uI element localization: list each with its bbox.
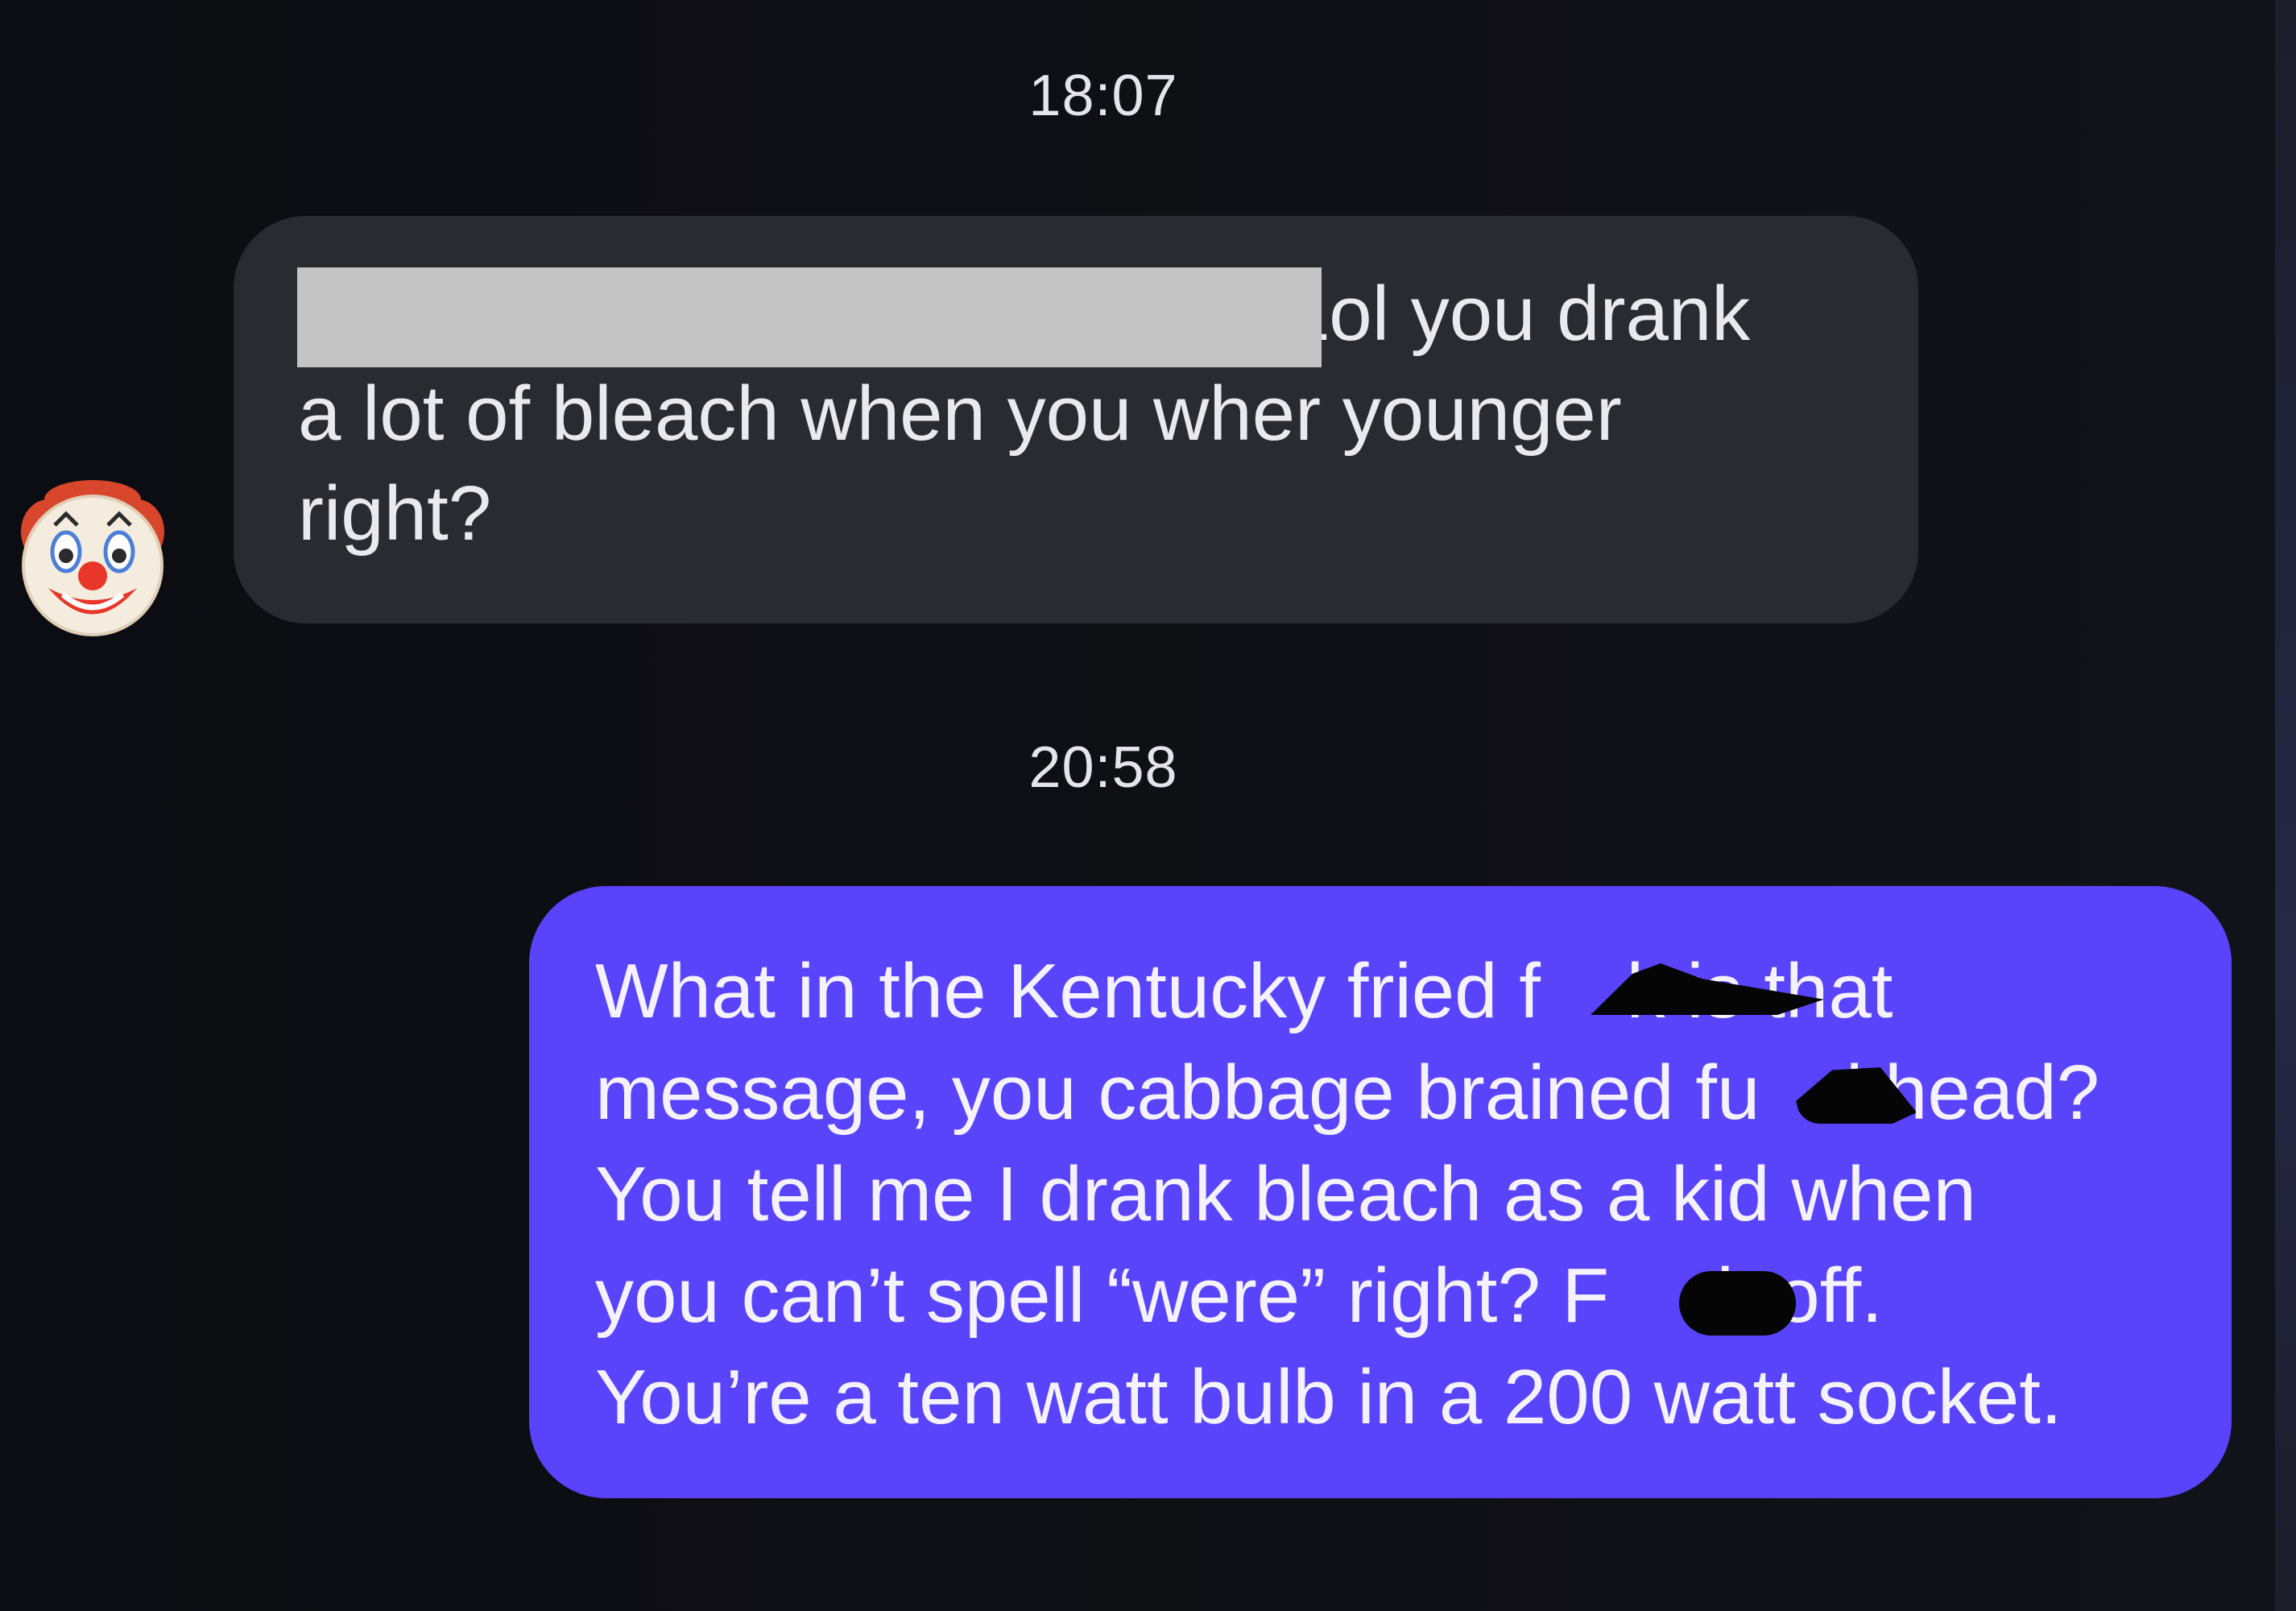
redaction-box — [297, 267, 1322, 367]
outgoing-message-text: What in the Kentucky fried f k is that m… — [595, 948, 2099, 1440]
outgoing-message-bubble[interactable]: What in the Kentucky fried f k is that m… — [529, 886, 2232, 1498]
screen-edge — [2275, 0, 2296, 1611]
timestamp-1: 18:07 — [1028, 64, 1178, 128]
timestamp-2: 20:58 — [1028, 735, 1178, 800]
chat-screen: 18:07 Lol you drank a lot of bleach when… — [0, 0, 2296, 1611]
redaction-scribble — [1679, 1271, 1796, 1336]
incoming-message-bubble[interactable]: Lol you drank a lot of bleach when you w… — [234, 216, 1918, 623]
clown-face-emoji-icon[interactable] — [16, 475, 169, 636]
